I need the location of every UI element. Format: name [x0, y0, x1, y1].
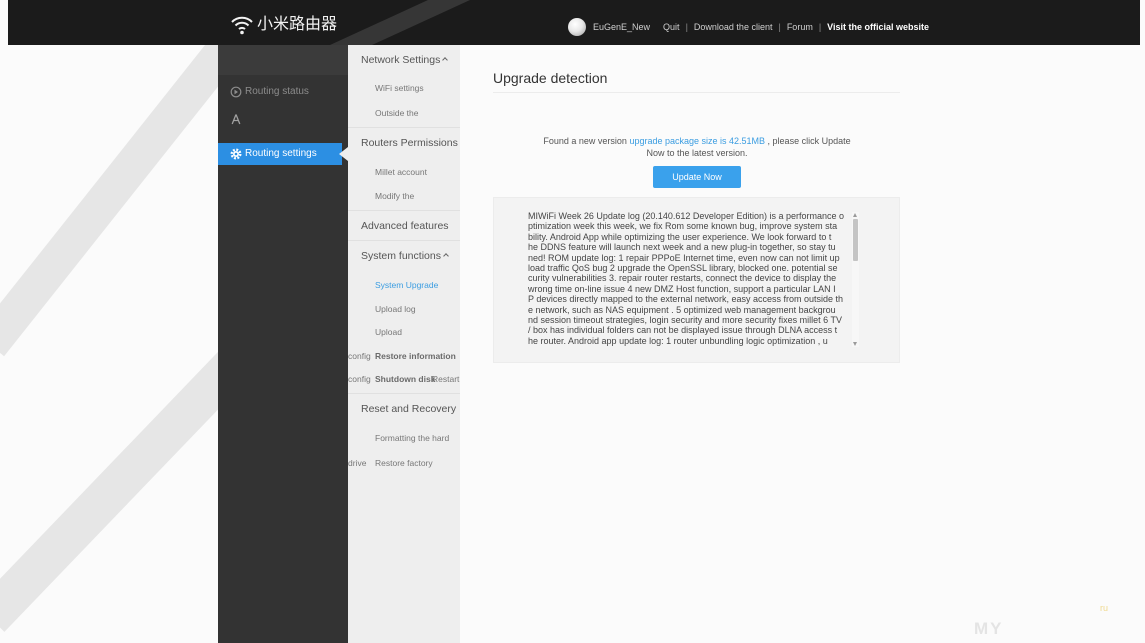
changelog-line: he router. Android app update log: 1 rou… — [528, 335, 828, 346]
avatar[interactable] — [568, 18, 586, 36]
changelog-line: P devices directly mapped to the externa… — [528, 294, 843, 305]
submenu-item-modify-the[interactable]: Modify the — [375, 188, 414, 204]
changelog-scrollbar[interactable] — [852, 212, 859, 347]
notice-prefix: Found a new version — [543, 136, 630, 146]
divider — [348, 240, 460, 241]
gear-icon — [230, 148, 242, 160]
separator: | — [685, 22, 688, 32]
user-name[interactable]: EuGenE_New — [593, 21, 650, 33]
changelog-line: load traffic QoS bug 2 upgrade the OpenS… — [528, 262, 838, 273]
submenu-item-config-prefix[interactable]: config — [348, 348, 371, 364]
separator: | — [778, 22, 781, 32]
divider — [348, 210, 460, 211]
submenu-item-shutdown-disk[interactable]: Shutdown disk — [375, 371, 435, 387]
chevron-up-icon — [442, 57, 449, 63]
user-icon — [231, 114, 241, 125]
watermark-text: MY — [974, 619, 1004, 638]
sidebar-item-routing-settings[interactable]: Routing settings — [218, 143, 342, 165]
submenu-item-system-upgrade[interactable]: System Upgrade — [375, 277, 438, 293]
routing-status-icon — [230, 86, 242, 98]
changelog-line: he DDNS feature will launch next week an… — [528, 242, 836, 253]
submenu-item-config-prefix[interactable]: config — [348, 371, 371, 387]
section-label: System functions — [361, 250, 441, 262]
separator: | — [818, 22, 822, 32]
submenu-item-upload-log[interactable]: Upload log — [375, 301, 416, 317]
header-links: EuGenE_New Quit | Download the client | … — [593, 21, 929, 33]
sidebar-top — [218, 45, 348, 75]
submenu-section-routers-permissions[interactable]: Routers Permissions — [361, 135, 458, 151]
main-sidebar: Routing status Routing settings — [218, 45, 348, 643]
title-divider — [493, 92, 900, 93]
changelog-line: e network, such as NAS equipment . 5 opt… — [528, 304, 836, 315]
submenu-item-formatting-the-hard[interactable]: Formatting the hard — [375, 430, 449, 446]
settings-submenu: Network Settings WiFi settings Outside t… — [348, 45, 460, 643]
divider — [348, 393, 460, 394]
watermark-text: ru — [1100, 603, 1109, 613]
submenu-item-millet-account[interactable]: Millet account — [375, 164, 427, 180]
scroll-down-arrow-icon[interactable] — [853, 342, 857, 346]
changelog-text[interactable]: MIWiFi Week 26 Update log (20.140.612 De… — [528, 211, 853, 348]
page-title: Upgrade detection — [493, 70, 608, 86]
watermark-shape — [0, 28, 247, 357]
submenu-section-reset-and-recovery[interactable]: Reset and Recovery — [361, 401, 456, 417]
quit-link[interactable]: Quit — [663, 21, 680, 33]
official-website-link[interactable]: Visit the official website — [827, 21, 929, 33]
submenu-item-restore-factory[interactable]: Restore factory — [375, 455, 433, 471]
logo-text[interactable]: 小米路由器 — [257, 15, 337, 35]
forum-link[interactable]: Forum — [787, 21, 813, 33]
update-now-button[interactable]: Update Now — [653, 166, 741, 188]
section-label: Network Settings — [361, 54, 441, 66]
watermark-shape — [0, 348, 251, 632]
active-item-pointer — [339, 147, 348, 161]
divider — [348, 127, 460, 128]
changelog-line: MIWiFi Week 26 Update log (20.140.612 De… — [528, 211, 844, 221]
changelog-box: MIWiFi Week 26 Update log (20.140.612 De… — [493, 197, 900, 363]
scroll-up-arrow-icon[interactable] — [853, 213, 857, 217]
changelog-line: curity vulnerabilities 3. repair router … — [528, 273, 837, 284]
top-header: 小米路由器 EuGenE_New Quit | Download the cli… — [8, 0, 1140, 45]
sidebar-item-account[interactable] — [218, 108, 342, 130]
changelog-line: nd session timeout strategies, login sec… — [528, 314, 842, 325]
changelog-line: wrong time on-line issue 4 new DMZ Host … — [528, 283, 836, 294]
sidebar-item-label: Routing status — [245, 86, 309, 97]
submenu-section-advanced-features[interactable]: Advanced features — [361, 218, 449, 234]
submenu-item-drive[interactable]: drive — [348, 455, 366, 471]
submenu-section-system-functions[interactable]: System functions — [361, 248, 449, 264]
sidebar-item-routing-status[interactable]: Routing status — [218, 81, 342, 103]
submenu-item-wifi-settings[interactable]: WiFi settings — [375, 80, 424, 96]
submenu-item-upload[interactable]: Upload — [375, 324, 402, 340]
submenu-item-restore-information[interactable]: Restore information — [375, 348, 456, 364]
changelog-line: ptimization week this week, we fix Rom s… — [528, 221, 838, 232]
submenu-section-network-settings[interactable]: Network Settings — [361, 52, 449, 68]
upgrade-notice: Found a new version upgrade package size… — [538, 135, 856, 159]
submenu-item-restart[interactable]: Restart — [432, 371, 459, 387]
download-client-link[interactable]: Download the client — [694, 21, 773, 33]
changelog-line: bility. Android App while optimizing the… — [528, 231, 832, 242]
changelog-line: ned! ROM update log: 1 repair PPPoE Inte… — [528, 252, 840, 263]
scroll-thumb[interactable] — [853, 219, 858, 261]
wifi-icon — [231, 16, 253, 35]
package-size-link[interactable]: upgrade package size is 42.51MB — [629, 136, 765, 146]
sidebar-item-label: Routing settings — [245, 148, 317, 159]
chevron-up-icon — [443, 253, 449, 259]
submenu-item-outside-the[interactable]: Outside the — [375, 105, 418, 121]
changelog-line: / box has individual folders can not be … — [528, 325, 838, 336]
